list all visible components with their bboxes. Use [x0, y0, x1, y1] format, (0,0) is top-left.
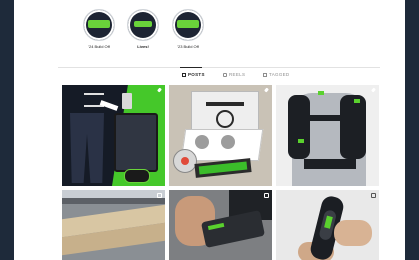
- carousel-icon: [157, 193, 162, 198]
- pin-icon: [264, 88, 269, 93]
- post-tile[interactable]: [276, 190, 379, 260]
- tag-icon: [263, 72, 267, 77]
- tab-posts[interactable]: POSTS: [182, 72, 205, 77]
- posts-grid: [62, 85, 382, 260]
- post-tile[interactable]: [62, 190, 165, 260]
- post-tile[interactable]: [276, 85, 379, 186]
- highlight-lives[interactable]: Lives!: [121, 9, 165, 49]
- profile-tabs: POSTS REELS TAGGED: [58, 67, 380, 82]
- pin-icon: [157, 88, 162, 93]
- grid-icon: [182, 72, 186, 77]
- carousel-icon: [264, 193, 269, 198]
- post-tile[interactable]: [169, 85, 272, 186]
- play-icon: [223, 72, 227, 77]
- tab-label: POSTS: [188, 72, 205, 77]
- post-tile[interactable]: [62, 85, 165, 186]
- festool-logo-icon: [83, 9, 115, 41]
- tab-label: TAGGED: [269, 72, 290, 77]
- tab-reels[interactable]: REELS: [223, 72, 245, 77]
- highlight-label: '23 Build Off: [177, 44, 199, 49]
- profile-page: '24 Build Off Lives! '23 Build Off POSTS…: [14, 0, 405, 260]
- highlight-label: '24 Build Off: [88, 44, 110, 49]
- festool-logo-icon: [172, 9, 204, 41]
- pin-icon: [371, 88, 376, 93]
- tab-label: REELS: [229, 72, 246, 77]
- tab-tagged[interactable]: TAGGED: [263, 72, 289, 77]
- live-icon: [127, 9, 159, 41]
- active-tab-indicator: [180, 67, 202, 68]
- story-highlights: '24 Build Off Lives! '23 Build Off: [14, 0, 405, 60]
- highlight-24-build-off[interactable]: '24 Build Off: [77, 9, 121, 49]
- highlight-23-build-off[interactable]: '23 Build Off: [166, 9, 210, 49]
- post-tile[interactable]: [169, 190, 272, 260]
- carousel-icon: [371, 193, 376, 198]
- highlight-label: Lives!: [137, 44, 149, 49]
